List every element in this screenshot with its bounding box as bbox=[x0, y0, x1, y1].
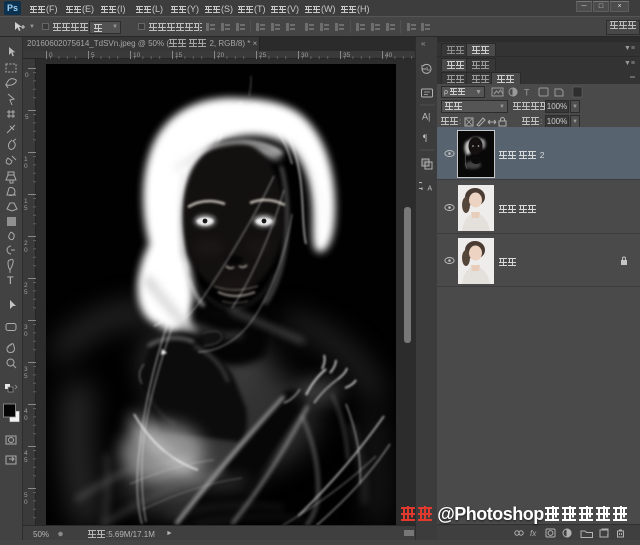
svg-text:30: 30 bbox=[301, 52, 309, 59]
svg-text:5: 5 bbox=[24, 457, 28, 464]
svg-text:5: 5 bbox=[24, 205, 28, 212]
svg-text:T: T bbox=[524, 88, 530, 98]
svg-text:A: A bbox=[428, 186, 433, 193]
svg-text:1: 1 bbox=[24, 156, 28, 163]
svg-text:fx: fx bbox=[530, 529, 537, 538]
svg-text:A|: A| bbox=[422, 112, 430, 122]
svg-text:5: 5 bbox=[25, 114, 29, 121]
svg-text:0: 0 bbox=[24, 247, 28, 254]
svg-text:2: 2 bbox=[24, 282, 28, 289]
svg-text:0: 0 bbox=[24, 163, 28, 170]
svg-text:1: 1 bbox=[24, 198, 28, 205]
svg-text:2: 2 bbox=[24, 240, 28, 247]
svg-text:4: 4 bbox=[24, 450, 28, 457]
svg-text:0: 0 bbox=[24, 415, 28, 422]
svg-text:T: T bbox=[7, 275, 14, 287]
svg-text:5: 5 bbox=[24, 289, 28, 296]
svg-text:0: 0 bbox=[25, 72, 29, 79]
svg-text:3: 3 bbox=[24, 324, 28, 331]
svg-text:35: 35 bbox=[343, 52, 351, 59]
svg-text:5: 5 bbox=[24, 492, 28, 499]
svg-text:20: 20 bbox=[217, 52, 225, 59]
svg-text:5: 5 bbox=[24, 373, 28, 380]
svg-text:10: 10 bbox=[133, 52, 141, 59]
svg-text:4: 4 bbox=[24, 408, 28, 415]
svg-text:0: 0 bbox=[49, 52, 53, 59]
svg-text:25: 25 bbox=[259, 52, 267, 59]
svg-text:¶: ¶ bbox=[423, 133, 427, 143]
svg-text:0: 0 bbox=[24, 331, 28, 338]
svg-text:3: 3 bbox=[24, 366, 28, 373]
svg-text:0: 0 bbox=[24, 499, 28, 506]
svg-text:5: 5 bbox=[91, 52, 95, 59]
svg-text:15: 15 bbox=[175, 52, 183, 59]
svg-text:40: 40 bbox=[385, 52, 393, 59]
